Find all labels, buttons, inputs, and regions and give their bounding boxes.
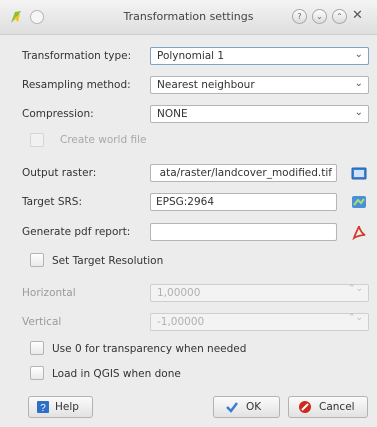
set-target-resolution-label: Set Target Resolution [52, 255, 164, 267]
vertical-value: -1,00000 [157, 316, 205, 328]
load-in-qgis-label: Load in QGIS when done [52, 368, 181, 380]
transformation-type-value: Polynomial 1 [157, 50, 225, 62]
pdf-icon[interactable] [350, 223, 368, 241]
help-book-icon: ? [37, 401, 49, 414]
help-button[interactable]: ? Help [28, 396, 93, 418]
load-in-qgis-checkbox[interactable] [30, 366, 44, 380]
create-world-file-label: Create world file [60, 134, 147, 146]
chevron-down-icon: ⌄ [354, 78, 363, 89]
checkmark-icon [226, 402, 238, 413]
spin-arrows-icon: ⌃⌄ [347, 284, 363, 294]
create-world-file-checkbox[interactable] [30, 133, 44, 147]
output-raster-field[interactable]: ata/raster/landcover_modified.tif [150, 164, 337, 182]
horizontal-spinbox[interactable]: 1,00000 ⌃⌄ [150, 284, 369, 302]
output-raster-value: ata/raster/landcover_modified.tif [159, 167, 332, 179]
minimize-button[interactable]: ⌄ [312, 9, 327, 24]
window-titlebar[interactable]: Transformation settings ? ⌄ ⌃ ✕ [0, 0, 377, 35]
ok-button[interactable]: OK [213, 396, 280, 418]
set-target-resolution-checkbox[interactable] [30, 253, 44, 267]
compression-value: NONE [157, 108, 188, 120]
chevron-down-icon: ⌄ [354, 107, 363, 118]
crs-selector-icon[interactable] [350, 193, 368, 211]
pdf-report-field[interactable] [150, 223, 337, 241]
compression-select[interactable]: NONE ⌄ [150, 105, 369, 123]
cancel-icon [299, 401, 311, 413]
generate-pdf-report-label: Generate pdf report: [22, 226, 131, 238]
cancel-button-label: Cancel [319, 401, 355, 413]
transformation-type-select[interactable]: Polynomial 1 ⌄ [150, 47, 369, 65]
use-zero-transparency-checkbox[interactable] [30, 341, 44, 355]
help-window-button[interactable]: ? [292, 9, 307, 24]
transformation-type-label: Transformation type: [22, 50, 132, 62]
output-raster-label: Output raster: [22, 167, 97, 179]
close-button[interactable]: ✕ [351, 9, 364, 22]
open-folder-icon[interactable] [350, 164, 368, 182]
horizontal-value: 1,00000 [157, 287, 201, 299]
cancel-button[interactable]: Cancel [288, 396, 368, 418]
compression-label: Compression: [22, 108, 94, 120]
horizontal-label: Horizontal [22, 287, 76, 299]
target-srs-field[interactable]: EPSG:2964 [150, 193, 337, 211]
help-button-label: Help [55, 401, 79, 413]
ok-button-label: OK [246, 401, 262, 413]
resampling-method-value: Nearest neighbour [157, 79, 255, 91]
chevron-down-icon: ⌄ [354, 49, 363, 60]
svg-text:?: ? [40, 403, 46, 414]
target-srs-value: EPSG:2964 [156, 196, 215, 208]
vertical-label: Vertical [22, 316, 62, 328]
vertical-spinbox[interactable]: -1,00000 ⌃⌄ [150, 313, 369, 331]
maximize-button[interactable]: ⌃ [332, 9, 347, 24]
resampling-method-select[interactable]: Nearest neighbour ⌄ [150, 76, 369, 94]
spin-arrows-icon: ⌃⌄ [347, 313, 363, 323]
resampling-method-label: Resampling method: [22, 79, 131, 91]
use-zero-transparency-label: Use 0 for transparency when needed [52, 343, 247, 355]
target-srs-label: Target SRS: [22, 196, 82, 208]
